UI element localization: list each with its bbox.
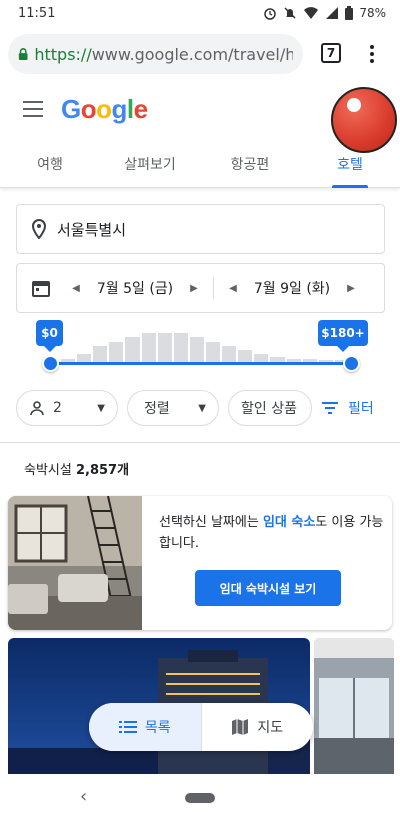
histogram-bar	[125, 337, 140, 363]
histogram-bar	[189, 337, 204, 363]
guests-dropdown[interactable]: 2 ▼	[16, 390, 118, 426]
date-divider	[213, 277, 214, 299]
results-count-prefix: 숙박시설	[24, 463, 72, 478]
deals-chip[interactable]: 할인 상품	[228, 390, 312, 426]
logo-letter: g	[111, 94, 128, 124]
checkin-prev-arrow-icon[interactable]: ◀	[65, 283, 87, 294]
price-slider-track[interactable]	[50, 362, 352, 365]
battery-icon	[345, 6, 354, 20]
battery-level: 78%	[359, 6, 386, 20]
browser-toolbar: https://www.google.com/travel/hotels 7	[0, 26, 400, 82]
chevron-down-icon: ▼	[97, 402, 105, 414]
checkin-date[interactable]: 7월 5일 (금)	[87, 278, 183, 298]
filter-button[interactable]: 필터	[322, 398, 374, 418]
filter-label: 필터	[348, 401, 374, 417]
google-logo[interactable]: Google	[61, 94, 148, 125]
home-pill-icon[interactable]	[185, 793, 215, 803]
more-options-icon[interactable]	[362, 40, 382, 68]
results-count-value: 2,857개	[75, 463, 130, 478]
logo-letter: o	[80, 94, 97, 124]
tab-hotels[interactable]: 호텔	[300, 142, 400, 188]
price-max-handle[interactable]	[343, 355, 360, 372]
promo-text-before: 선택하신 날짜에는	[159, 515, 263, 530]
logo-letter: o	[96, 94, 112, 124]
checkout-next-arrow-icon[interactable]: ▶	[340, 283, 362, 294]
list-view-button[interactable]: 목록	[89, 703, 201, 751]
promo-message: 선택하신 날짜에는 임대 숙소도 이용 가능합니다.	[159, 512, 384, 554]
person-icon	[30, 401, 44, 416]
wifi-icon	[304, 7, 319, 19]
price-min-handle[interactable]	[42, 355, 59, 372]
logo-letter: e	[133, 94, 148, 124]
travel-tabs: 여행 살펴보기 항공편 호텔	[0, 142, 400, 188]
chevron-down-icon: ▼	[198, 402, 206, 414]
url-text: https://www.google.com/travel/hotels	[34, 45, 293, 64]
date-selector: ◀ 7월 5일 (금) ▶ ◀ 7월 9일 (화) ▶	[16, 263, 385, 313]
guests-count: 2	[53, 400, 62, 416]
promo-text-highlight[interactable]: 임대 숙소	[263, 515, 315, 530]
checkout-prev-arrow-icon[interactable]: ◀	[222, 283, 244, 294]
url-host: www.google.com/travel/hotels	[91, 44, 293, 64]
status-time: 11:51	[18, 5, 56, 21]
tab-explore[interactable]: 살펴보기	[100, 142, 200, 187]
view-rentals-button[interactable]: 임대 숙박시설 보기	[195, 570, 341, 606]
logo-letter: l	[126, 94, 134, 124]
vacation-rental-promo-card: 선택하신 날짜에는 임대 숙소도 이용 가능합니다. 임대 숙박시설 보기	[8, 496, 392, 630]
back-icon[interactable]: ‹	[80, 786, 87, 807]
histogram-bar	[109, 342, 124, 363]
status-bar: 11:51 78%	[0, 0, 400, 26]
tab-flights[interactable]: 항공편	[200, 142, 300, 187]
histogram-bar	[222, 346, 237, 363]
histogram-bar	[157, 333, 172, 363]
results-count: 숙박시설 2,857개	[24, 459, 129, 478]
map-view-button[interactable]: 지도	[202, 703, 314, 751]
sort-label: 정렬	[144, 401, 170, 417]
android-nav-bar: ‹	[0, 774, 400, 822]
mute-icon	[284, 7, 296, 19]
price-min-label: $0	[36, 320, 63, 352]
histogram-bar	[141, 333, 156, 363]
location-pin-icon	[31, 219, 47, 239]
logo-letter: G	[61, 94, 81, 124]
signal-icon	[326, 7, 339, 19]
section-divider	[0, 442, 400, 443]
sort-dropdown[interactable]: 정렬 ▼	[127, 390, 219, 426]
list-view-label: 목록	[144, 720, 171, 736]
price-histogram	[60, 333, 350, 363]
tab-travel[interactable]: 여행	[0, 142, 100, 187]
menu-icon[interactable]	[23, 101, 43, 117]
map-icon	[232, 719, 249, 735]
list-icon	[118, 721, 137, 733]
location-input[interactable]: 서울특별시	[16, 204, 385, 254]
calendar-icon[interactable]	[17, 279, 65, 297]
google-header: Google	[0, 84, 400, 153]
list-map-toggle: 목록 지도	[89, 703, 313, 751]
lock-icon	[18, 48, 28, 61]
deals-label: 할인 상품	[241, 401, 297, 417]
histogram-bar	[206, 342, 221, 363]
histogram-bar	[93, 346, 108, 363]
tab-switcher-button[interactable]: 7	[321, 43, 341, 63]
map-view-label: 지도	[257, 720, 284, 736]
url-scheme: https://	[34, 44, 92, 64]
location-value: 서울특별시	[57, 220, 127, 239]
hotel-room-photo[interactable]	[314, 638, 394, 774]
filter-icon	[322, 402, 338, 414]
address-bar[interactable]: https://www.google.com/travel/hotels	[8, 34, 303, 74]
status-icons: 78%	[263, 6, 386, 20]
histogram-bar	[173, 333, 188, 363]
alarm-icon	[264, 8, 277, 20]
rental-interior-image	[8, 496, 142, 630]
checkin-next-arrow-icon[interactable]: ▶	[183, 283, 205, 294]
checkout-date[interactable]: 7월 9일 (화)	[244, 278, 340, 298]
